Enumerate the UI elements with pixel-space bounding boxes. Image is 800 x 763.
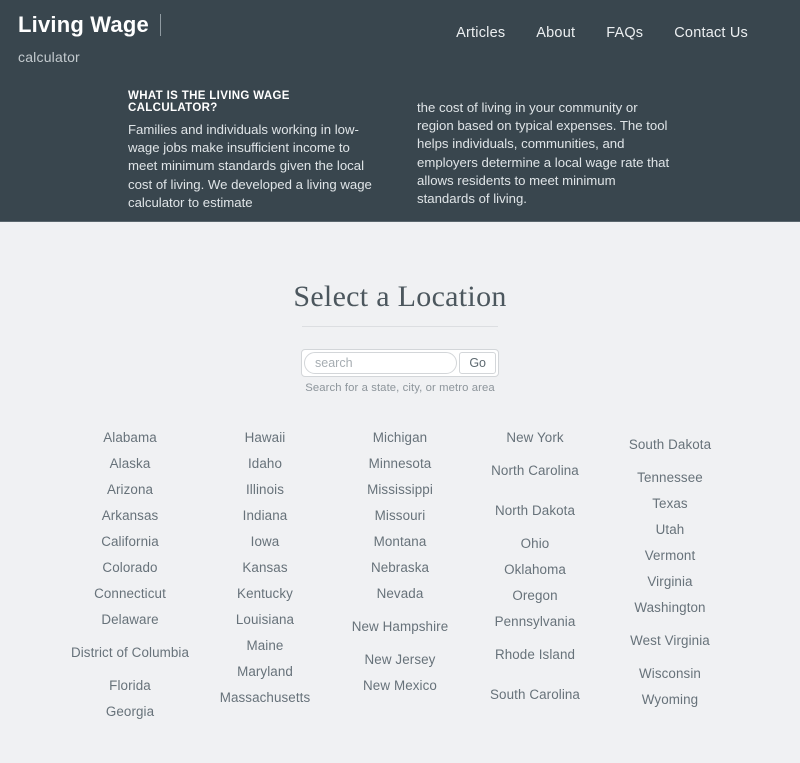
main-content: Select a Location Go Search for a state,… — [0, 222, 800, 724]
state-link[interactable]: Alaska — [63, 450, 198, 476]
state-link[interactable]: Louisiana — [198, 606, 333, 632]
state-link[interactable]: Utah — [603, 516, 738, 542]
state-link[interactable]: Washington — [603, 594, 738, 620]
state-link[interactable]: Minnesota — [333, 450, 468, 476]
state-link[interactable]: Texas — [603, 490, 738, 516]
state-link[interactable]: Montana — [333, 528, 468, 554]
state-link[interactable]: Rhode Island — [468, 634, 603, 674]
nav-link-about[interactable]: About — [536, 25, 575, 41]
state-link[interactable]: New Jersey — [333, 646, 468, 672]
state-link[interactable]: South Dakota — [603, 424, 738, 464]
nav-link-faqs[interactable]: FAQs — [606, 25, 643, 41]
state-column-4: New York North Carolina North Dakota Ohio Ok… — [468, 424, 603, 714]
page-title: Select a Location — [293, 280, 507, 313]
nav-link-articles[interactable]: Articles — [456, 25, 505, 41]
brand-title: Living Wage — [18, 12, 149, 37]
intro-section: WHAT IS THE LIVING WAGE CALCULATOR? Fami… — [0, 90, 800, 212]
state-column-1: Alabama Alaska Arizona Arkansas California Co… — [63, 424, 198, 724]
state-link[interactable]: Wisconsin — [603, 660, 738, 686]
state-link[interactable]: Nebraska — [333, 554, 468, 580]
site-header: Living Wage calculator Articles About FA… — [0, 0, 800, 222]
intro-column-left: WHAT IS THE LIVING WAGE CALCULATOR? Fami… — [128, 90, 381, 212]
state-link[interactable]: West Virginia — [603, 620, 738, 660]
state-link[interactable]: New York — [468, 424, 603, 450]
state-link[interactable]: Maine — [198, 632, 333, 658]
state-link[interactable]: Alabama — [63, 424, 198, 450]
state-link[interactable]: District of Columbia — [63, 632, 198, 672]
state-link[interactable]: Delaware — [63, 606, 198, 632]
state-link[interactable]: Arkansas — [63, 502, 198, 528]
state-column-2: Hawaii Idaho Illinois Indiana Iowa Kansas Kent… — [198, 424, 333, 710]
brand-divider-icon — [159, 14, 161, 36]
intro-column-right: the cost of living in your community or … — [417, 90, 677, 212]
nav-link-contact-us[interactable]: Contact Us — [674, 25, 748, 41]
state-column-5: South Dakota Tennessee Texas Utah Vermont Vir… — [603, 424, 738, 712]
search-box: Go — [301, 349, 499, 377]
search-input[interactable] — [304, 352, 458, 374]
state-link[interactable]: North Carolina — [468, 450, 603, 490]
state-link[interactable]: Kansas — [198, 554, 333, 580]
intro-text-right: the cost of living in your community or … — [417, 100, 670, 207]
state-link[interactable]: Ohio — [468, 530, 603, 556]
state-link[interactable]: Tennessee — [603, 464, 738, 490]
state-link[interactable]: New Mexico — [333, 672, 468, 698]
search-section: Go — [0, 349, 800, 377]
main-navigation: Articles About FAQs Contact Us — [456, 14, 748, 41]
state-link[interactable]: Wyoming — [603, 686, 738, 712]
state-link[interactable]: Virginia — [603, 568, 738, 594]
state-link[interactable]: South Carolina — [468, 674, 603, 714]
state-link[interactable]: Florida — [63, 672, 198, 698]
brand-logo[interactable]: Living Wage calculator — [18, 14, 161, 64]
state-link[interactable]: Mississippi — [333, 476, 468, 502]
state-link[interactable]: Pennsylvania — [468, 608, 603, 634]
state-link[interactable]: Indiana — [198, 502, 333, 528]
state-link[interactable]: Kentucky — [198, 580, 333, 606]
state-link[interactable]: Michigan — [333, 424, 468, 450]
state-link[interactable]: Missouri — [333, 502, 468, 528]
state-link[interactable]: Nevada — [333, 580, 468, 606]
state-link[interactable]: Maryland — [198, 658, 333, 684]
state-link[interactable]: Iowa — [198, 528, 333, 554]
intro-text-left: Families and individuals working in low-… — [128, 122, 372, 210]
state-link[interactable]: Colorado — [63, 554, 198, 580]
state-link[interactable]: Connecticut — [63, 580, 198, 606]
intro-heading: WHAT IS THE LIVING WAGE CALCULATOR? — [128, 90, 290, 114]
title-divider — [302, 326, 498, 327]
state-link[interactable]: Oklahoma — [468, 556, 603, 582]
state-link[interactable]: Vermont — [603, 542, 738, 568]
state-link[interactable]: Arizona — [63, 476, 198, 502]
brand-title-row: Living Wage — [18, 14, 161, 36]
state-link[interactable]: New Hampshire — [333, 606, 468, 646]
state-link[interactable]: Georgia — [63, 698, 198, 724]
state-list-grid: Alabama Alaska Arizona Arkansas California Co… — [0, 424, 800, 724]
brand-subtitle: calculator — [18, 49, 80, 65]
state-link[interactable]: Idaho — [198, 450, 333, 476]
state-column-3: Michigan Minnesota Mississippi Missouri Mont… — [333, 424, 468, 698]
state-link[interactable]: California — [63, 528, 198, 554]
state-link[interactable]: Hawaii — [198, 424, 333, 450]
state-link[interactable]: North Dakota — [468, 490, 603, 530]
search-go-button[interactable]: Go — [459, 352, 496, 374]
state-link[interactable]: Oregon — [468, 582, 603, 608]
state-link[interactable]: Illinois — [198, 476, 333, 502]
state-link[interactable]: Massachusetts — [198, 684, 333, 710]
header-top-bar: Living Wage calculator Articles About FA… — [0, 0, 800, 65]
search-hint: Search for a state, city, or metro area — [305, 382, 495, 394]
